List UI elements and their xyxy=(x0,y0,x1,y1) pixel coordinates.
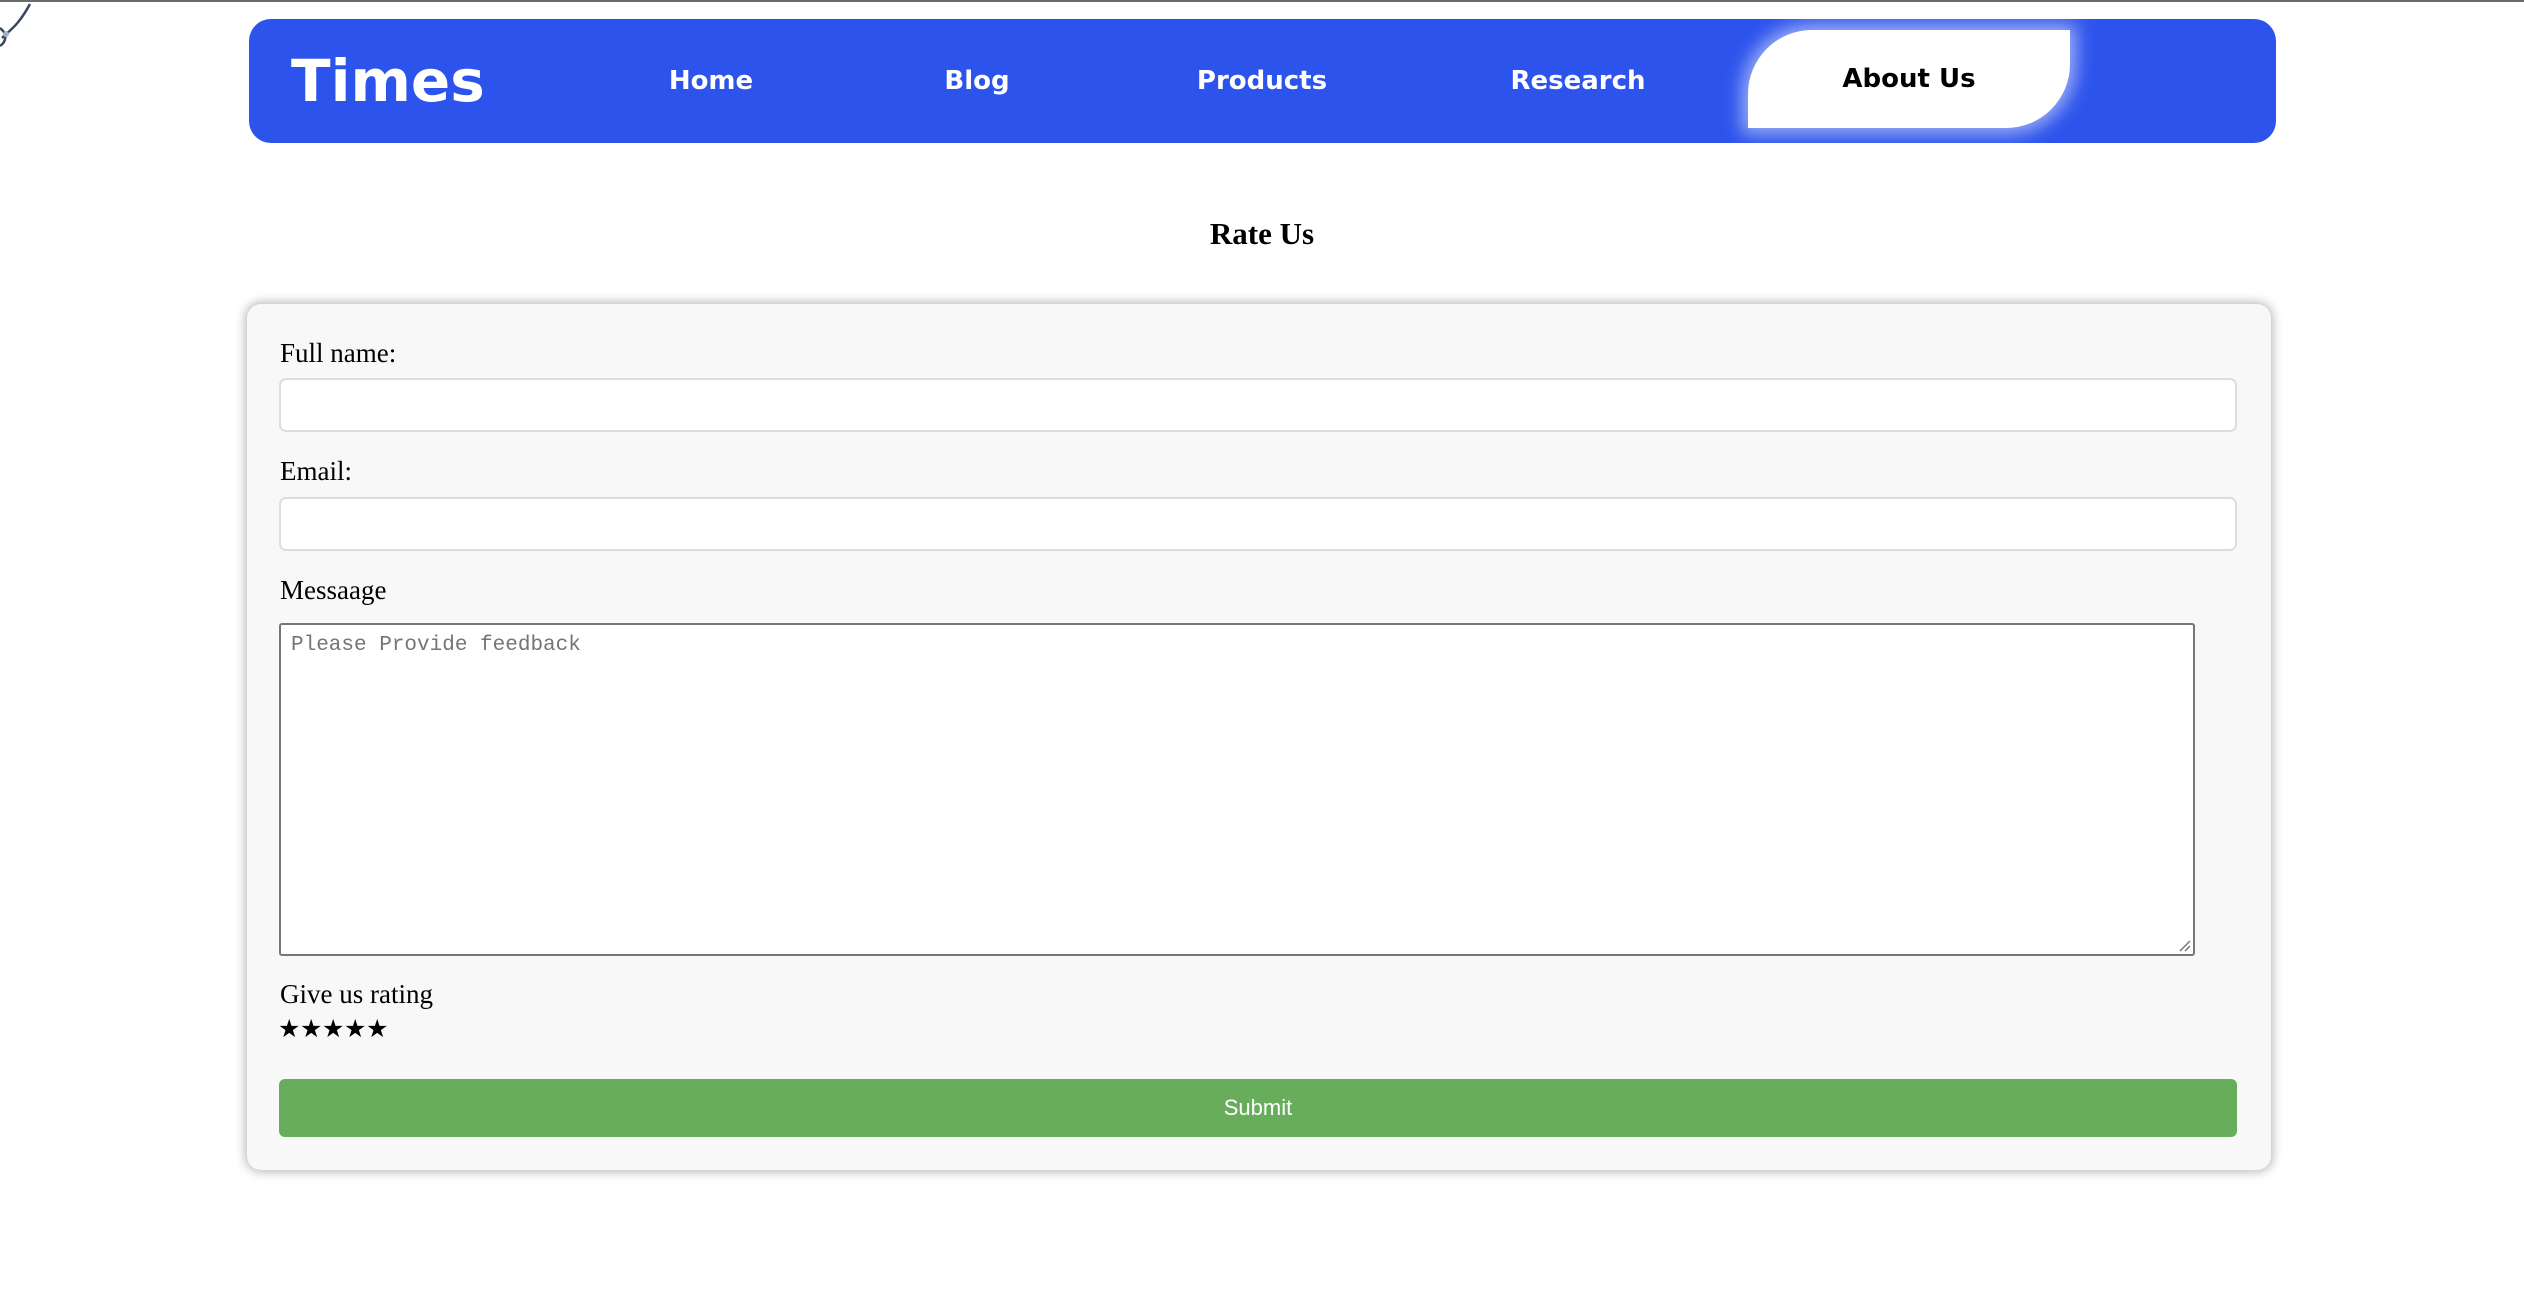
brand-logo[interactable]: Times xyxy=(291,41,485,121)
resize-handle-icon[interactable] xyxy=(2177,938,2191,952)
star-icon-5[interactable]: ★ xyxy=(366,1015,388,1043)
message-placeholder: Please Provide feedback xyxy=(291,634,581,657)
nav-item-blog[interactable]: Blog xyxy=(901,19,1053,143)
window-top-border xyxy=(0,0,2524,2)
star-rating: ★ ★ ★ ★ ★ xyxy=(278,1015,388,1043)
nav-item-about-us[interactable]: About Us xyxy=(1748,30,2070,128)
nav-item-research[interactable]: Research xyxy=(1467,19,1689,143)
nav-item-home[interactable]: Home xyxy=(635,19,787,143)
top-navbar: Times Home Blog Products Research About … xyxy=(249,19,2276,143)
star-icon-1[interactable]: ★ xyxy=(278,1015,300,1043)
message-label: Messaage xyxy=(280,575,387,605)
star-icon-2[interactable]: ★ xyxy=(300,1015,322,1043)
message-textarea[interactable]: Please Provide feedback xyxy=(279,623,2195,956)
email-label: Email: xyxy=(280,456,352,486)
email-input[interactable] xyxy=(279,497,2237,551)
star-icon-4[interactable]: ★ xyxy=(344,1015,366,1043)
full-name-label: Full name: xyxy=(280,338,397,368)
nav-item-products[interactable]: Products xyxy=(1165,19,1359,143)
rating-label: Give us rating xyxy=(280,979,433,1009)
submit-button[interactable]: Submit xyxy=(279,1079,2237,1137)
star-icon-3[interactable]: ★ xyxy=(322,1015,344,1043)
page-title: Rate Us xyxy=(1209,216,1315,251)
full-name-input[interactable] xyxy=(279,378,2237,432)
corner-figure-icon xyxy=(0,3,32,48)
rating-form: Full name: Email: Messaage Please Provid… xyxy=(247,304,2271,1170)
